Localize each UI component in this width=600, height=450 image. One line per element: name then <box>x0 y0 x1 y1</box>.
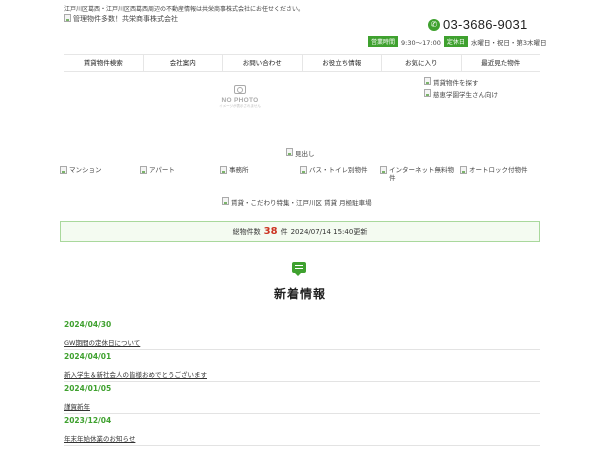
hours-badge: 営業時間 <box>368 36 399 47</box>
broken-image-icon <box>222 197 229 205</box>
category-label: インターネット無料物件 <box>389 166 454 182</box>
category-label: アパート <box>149 166 175 174</box>
broken-image-icon <box>286 148 293 156</box>
feature-banner-link[interactable]: 賃貸・こだわり特集・江戸川区 賃貸 月極駐車場 <box>222 197 372 207</box>
broken-image-icon <box>64 14 71 22</box>
no-photo-text: NO PHOTO <box>221 97 259 104</box>
count-prefix: 総物件数 <box>232 227 261 236</box>
broken-image-icon <box>424 89 431 97</box>
nav-item-useful-info[interactable]: お役立ち情報 <box>303 55 382 71</box>
news-link[interactable]: 新入学生＆新社会人の皆様おめでとうございます <box>64 371 207 379</box>
category-apartment[interactable]: アパート <box>140 166 220 182</box>
heading-image: 見出し <box>286 148 315 158</box>
count-suffix: 件 <box>280 227 288 236</box>
search-rentals-label: 賃貸物件を探す <box>433 79 479 87</box>
news-date: 2024/04/01 <box>64 352 112 361</box>
logo-alt-text: 管理物件多数！共栄商事株式会社 <box>73 15 178 23</box>
news-link[interactable]: 年末年始休業のお知らせ <box>64 435 135 443</box>
list-item: 2024/01/05 謹賀新年 <box>64 382 540 414</box>
count-number: 38 <box>263 226 278 237</box>
nav-item-contact[interactable]: お問い合わせ <box>223 55 303 71</box>
broken-image-icon <box>60 166 67 174</box>
search-rentals-link[interactable]: 賃貸物件を探す <box>424 77 479 87</box>
camera-icon <box>234 85 246 94</box>
news-link[interactable]: 謹賀新年 <box>64 403 90 411</box>
business-hours: 営業時間 9:30～17:00 定休日 水曜日・祝日・第3木曜日 <box>368 36 547 47</box>
property-count-box: 総物件数 38 件 2024/07/14 15:40更新 <box>60 221 540 242</box>
broken-image-icon <box>140 166 147 174</box>
heading-alt: 見出し <box>295 150 315 158</box>
holiday-badge: 定休日 <box>443 36 468 47</box>
category-office[interactable]: 事務所 <box>220 166 300 182</box>
broken-image-icon <box>380 166 387 174</box>
category-label: バス・トイレ別物件 <box>309 166 368 174</box>
category-free-internet[interactable]: インターネット無料物件 <box>380 166 460 182</box>
count-updated: 2024/07/14 15:40更新 <box>290 227 368 236</box>
category-separate-bath[interactable]: バス・トイレ別物件 <box>300 166 380 182</box>
site-tagline: 江戸川区葛西・江戸川区西葛西周辺の不動産情報は共栄商事株式会社にお任せください。 <box>64 6 305 13</box>
category-autolock[interactable]: オートロック付物件 <box>460 166 540 182</box>
category-label: オートロック付物件 <box>469 166 528 174</box>
category-label: マンション <box>69 166 102 174</box>
list-item: 2023/12/04 年末年始休業のお知らせ <box>64 414 540 446</box>
category-links: マンション アパート 事務所 バス・トイレ別物件 インターネット無料物件 オート… <box>60 166 540 182</box>
list-item: 2024/04/01 新入学生＆新社会人の皆様おめでとうございます <box>64 350 540 382</box>
no-photo-subtext: イメージが表示されません <box>219 104 261 108</box>
company-logo-link[interactable]: 管理物件多数！共栄商事株式会社 <box>64 14 178 24</box>
phone-number[interactable]: 03-3686-9031 <box>443 17 528 32</box>
phone-icon: ✆ <box>428 18 440 31</box>
phone-block[interactable]: ✆ 03-3686-9031 <box>428 17 528 32</box>
nav-item-company[interactable]: 会社案内 <box>144 55 223 71</box>
nav-item-property-search[interactable]: 賃貸物件検索 <box>64 55 144 71</box>
student-link[interactable]: 慈恵学園学生さん向け <box>424 89 498 99</box>
category-mansion[interactable]: マンション <box>60 166 140 182</box>
message-icon <box>292 262 306 276</box>
broken-image-icon <box>220 166 227 174</box>
broken-image-icon <box>424 77 431 85</box>
global-nav: 賃貸物件検索 会社案内 お問い合わせ お役立ち情報 お気に入り 最近見た物件 <box>64 54 540 72</box>
list-item: 2024/04/30 GW期間の定休日について <box>64 318 540 350</box>
no-photo-placeholder: NO PHOTO イメージが表示されません <box>218 75 262 119</box>
news-date: 2024/04/30 <box>64 320 112 329</box>
feature-banner-alt: 賃貸・こだわり特集・江戸川区 賃貸 月極駐車場 <box>231 199 372 207</box>
news-link[interactable]: GW期間の定休日について <box>64 339 140 347</box>
category-label: 事務所 <box>229 166 249 174</box>
holiday-value: 水曜日・祝日・第3木曜日 <box>470 38 547 47</box>
news-date: 2024/01/05 <box>64 384 112 393</box>
news-date: 2023/12/04 <box>64 416 112 425</box>
broken-image-icon <box>300 166 307 174</box>
hours-value: 9:30～17:00 <box>401 38 441 47</box>
broken-image-icon <box>460 166 467 174</box>
nav-item-recently-viewed[interactable]: 最近見た物件 <box>462 55 541 71</box>
news-section-title: 新着情報 <box>273 287 326 301</box>
news-list: 2024/04/30 GW期間の定休日について 2024/04/01 新入学生＆… <box>64 318 540 446</box>
student-label: 慈恵学園学生さん向け <box>433 91 498 99</box>
nav-item-favorites[interactable]: お気に入り <box>382 55 462 71</box>
